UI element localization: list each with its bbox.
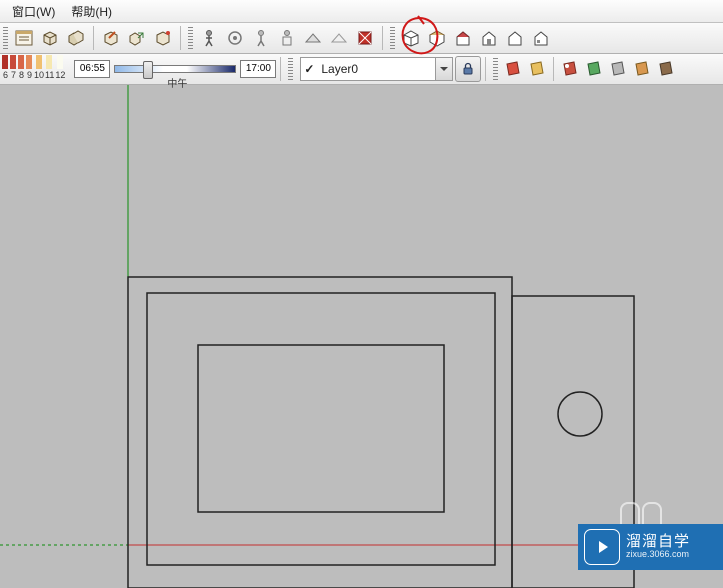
time-thumb[interactable] — [143, 61, 153, 79]
make-group-icon[interactable] — [64, 26, 88, 50]
iso-view-icon[interactable] — [399, 26, 423, 50]
toolbar-row-1 — [0, 23, 723, 54]
front-view-icon[interactable] — [451, 26, 475, 50]
model-viewport[interactable] — [0, 84, 723, 588]
walk-icon[interactable] — [197, 26, 221, 50]
separator — [382, 26, 383, 50]
look-around-icon[interactable] — [223, 26, 247, 50]
toolbar-row-2: 6 7 8 9 10 11 12 06:55 中午 17:00 ✓ Layer0 — [0, 54, 723, 85]
style-edges-icon[interactable] — [655, 58, 677, 80]
back-view-icon[interactable] — [503, 26, 527, 50]
section-fill-icon[interactable] — [327, 26, 351, 50]
toolbar-handle[interactable] — [288, 58, 293, 80]
style-mono-icon[interactable] — [607, 58, 629, 80]
top-view-icon[interactable] — [425, 26, 449, 50]
layer-dropdown[interactable]: ✓ Layer0 — [300, 57, 453, 81]
separator — [180, 26, 181, 50]
time-end-field[interactable]: 17:00 — [240, 60, 276, 78]
layer-name: Layer0 — [317, 62, 435, 76]
watermark-sub: zixue.3066.com — [626, 550, 690, 560]
style-wireframe-icon[interactable] — [502, 58, 524, 80]
section-icon[interactable] — [275, 26, 299, 50]
layer-lock-button[interactable] — [455, 56, 481, 82]
style-xray-icon[interactable] — [631, 58, 653, 80]
toolbar-handle[interactable] — [3, 27, 8, 49]
ghost-watermark — [619, 502, 663, 524]
position-camera-icon[interactable] — [249, 26, 273, 50]
shadow-time-slider[interactable]: 06:55 中午 17:00 — [74, 60, 276, 78]
edit-component-icon[interactable] — [99, 26, 123, 50]
style-hidden-icon[interactable] — [526, 58, 548, 80]
left-view-icon[interactable] — [529, 26, 553, 50]
menu-bar: 窗口(W) 帮助(H) — [0, 0, 723, 23]
style-texture-icon[interactable] — [583, 58, 605, 80]
toolbar-handle[interactable] — [493, 58, 498, 80]
section-display-icon[interactable] — [301, 26, 325, 50]
section-cut-icon[interactable] — [353, 26, 377, 50]
component-outliner-icon[interactable] — [12, 26, 36, 50]
site-watermark: 溜溜自学 zixue.3066.com — [578, 524, 723, 570]
play-icon — [584, 529, 620, 565]
time-start-field[interactable]: 06:55 — [74, 60, 110, 78]
right-view-icon[interactable] — [477, 26, 501, 50]
style-shaded-icon[interactable] — [559, 58, 581, 80]
separator — [553, 57, 554, 81]
time-track[interactable] — [114, 65, 236, 73]
toolbar-handle[interactable] — [390, 27, 395, 49]
menu-help[interactable]: 帮助(H) — [63, 1, 120, 22]
shadow-month-scale[interactable]: 6 7 8 9 10 11 12 — [2, 58, 66, 80]
toolbar-handle[interactable] — [188, 27, 193, 49]
separator — [280, 57, 281, 81]
layer-visible-check: ✓ — [301, 62, 317, 76]
explode-icon[interactable] — [151, 26, 175, 50]
watermark-title: 溜溜自学 — [626, 534, 690, 551]
noon-label: 中午 — [167, 75, 187, 90]
chevron-down-icon[interactable] — [435, 58, 452, 80]
make-component-icon[interactable] — [38, 26, 62, 50]
separator — [93, 26, 94, 50]
separator — [485, 57, 486, 81]
replace-component-icon[interactable] — [125, 26, 149, 50]
menu-window[interactable]: 窗口(W) — [4, 1, 63, 22]
